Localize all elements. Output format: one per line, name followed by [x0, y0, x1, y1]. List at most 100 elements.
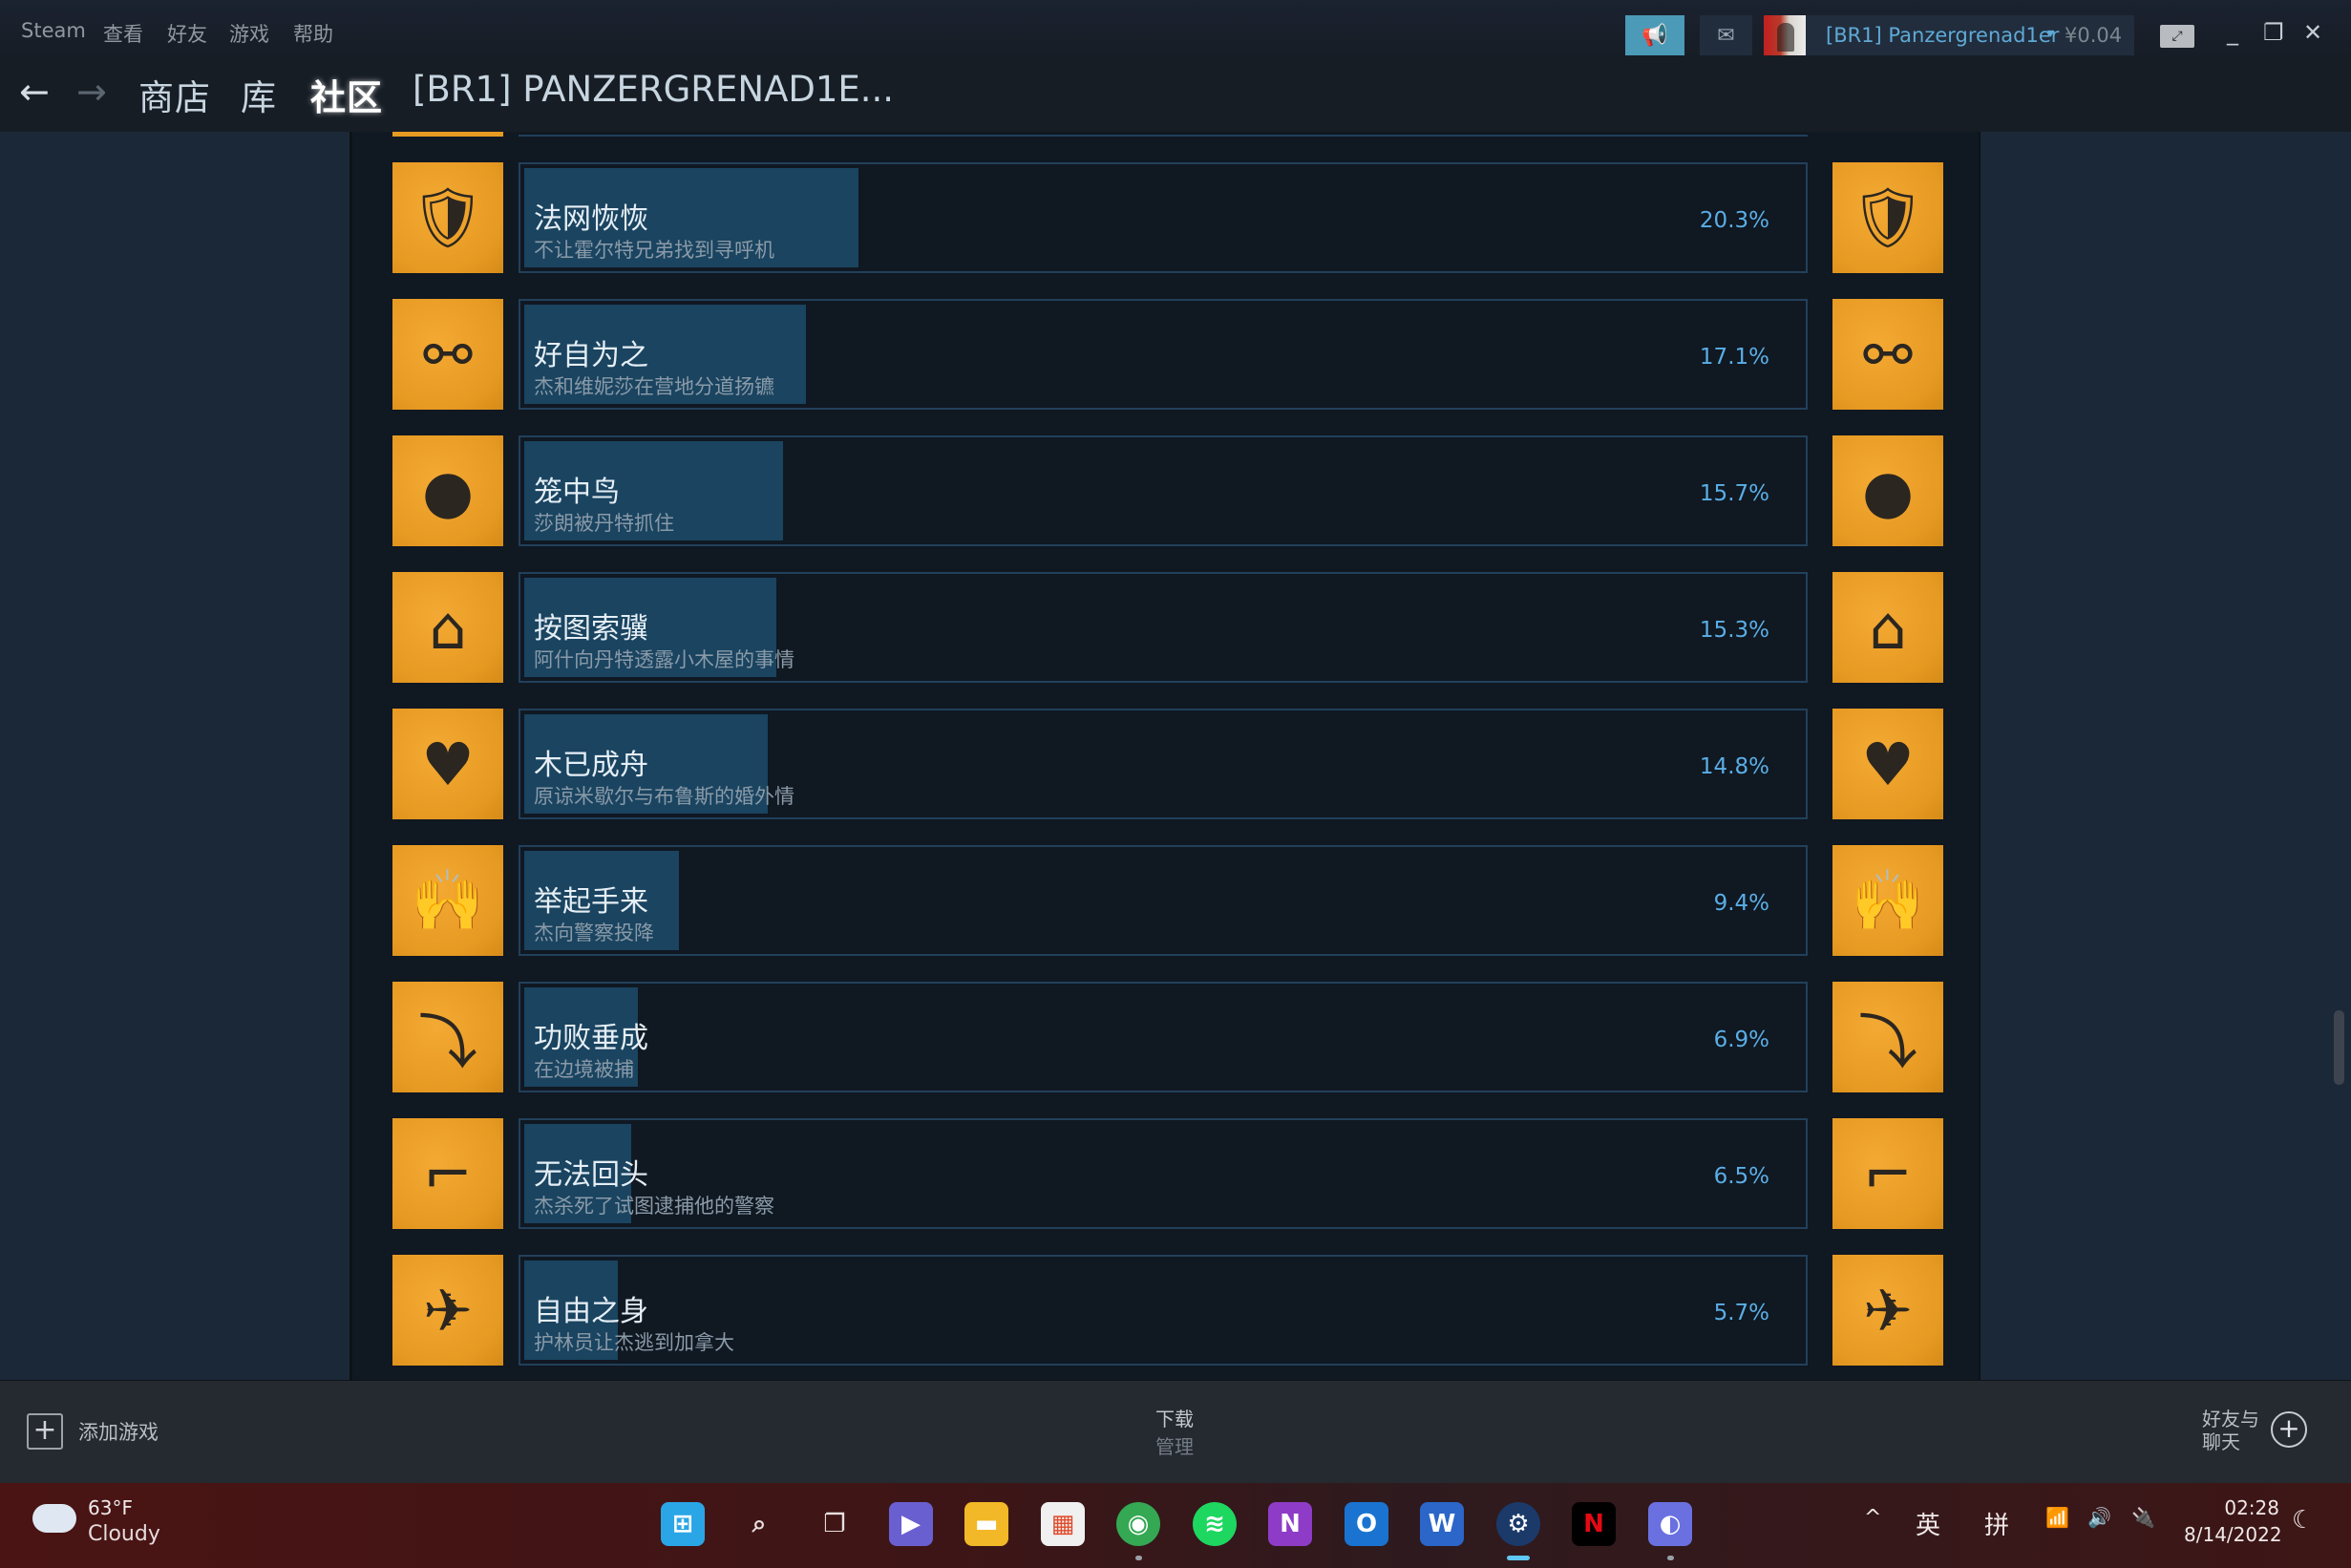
onenote-icon[interactable]: N	[1268, 1502, 1312, 1546]
cloud-icon[interactable]	[32, 1504, 76, 1533]
achievement-row[interactable]: 🛡 法网恢恢 不让霍尔特兄弟找到寻呼机 20.3% 🛡	[352, 162, 1979, 273]
achievement-description: 杰和维妮莎在营地分道扬镳	[534, 375, 774, 398]
achievement-percent: 6.5%	[1713, 1164, 1769, 1189]
announcements-button[interactable]: 📢	[1625, 15, 1684, 55]
steam-icon[interactable]: ⚙	[1496, 1502, 1540, 1546]
outlook-icon[interactable]: O	[1345, 1502, 1388, 1546]
achievement-percent: 9.4%	[1713, 891, 1769, 916]
achievement-title: 自由之身	[534, 1295, 648, 1328]
downloads-label: 下载	[1155, 1408, 1194, 1430]
achievement-description: 原谅米歇尔与布鲁斯的婚外情	[534, 785, 794, 808]
friends-label-line1: 好友与	[2202, 1408, 2259, 1430]
badge-handcuffs-icon-glyph: 🛡	[1850, 182, 1926, 252]
big-picture-button[interactable]: ⤢	[2160, 25, 2194, 48]
achievement-description: 杰向警察投降	[534, 922, 654, 944]
menu-help[interactable]: 帮助	[293, 19, 333, 48]
cabin-footprints-icon: ⌂	[392, 572, 503, 683]
achievement-row[interactable]: 🙌 举起手来 杰向警察投降 9.4% 🙌	[352, 845, 1979, 956]
achievement-description: 护林员让杰逃到加拿大	[534, 1331, 734, 1354]
split-people-icon-glyph: ⚯	[1863, 319, 1913, 390]
menu-steam[interactable]: Steam	[21, 19, 86, 42]
start-icon[interactable]: ⊞	[661, 1502, 705, 1546]
achievement-progress-box: 举起手来 杰向警察投降 9.4%	[519, 845, 1808, 956]
bandaged-heart-icon: ♥	[392, 709, 503, 819]
achievement-description: 在边境被捕	[534, 1058, 634, 1081]
avatar	[1764, 15, 1806, 55]
ball-and-chain-icon: ●	[1832, 435, 1943, 546]
expand-icon: ⤢	[2171, 29, 2183, 44]
menu-view[interactable]: 查看	[103, 19, 143, 48]
ime-language[interactable]: 英	[1916, 1506, 1940, 1541]
minimize-button[interactable]: _	[2227, 19, 2238, 46]
wifi-icon[interactable]: 📶	[2045, 1506, 2069, 1529]
menu-bar: Steam 查看 好友 游戏 帮助 📢 ✉ [BR1] Panzergrenad…	[0, 0, 2351, 59]
achievement-row[interactable]: ⌐ 无法回头 杰杀死了试图逮捕他的警察 6.5% ⌐	[352, 1118, 1979, 1229]
achievement-progress-box: 好自为之 杰和维妮莎在营地分道扬镳 17.1%	[519, 299, 1808, 410]
caret-down-icon: ▾	[2047, 26, 2055, 41]
cabin-footprints-icon: ⌂	[1832, 572, 1943, 683]
cabin-footprints-icon-glyph: ⌂	[429, 592, 467, 663]
nav-profile-title[interactable]: [BR1] PANZERGRENAD1E...	[413, 69, 894, 110]
chevron-up-icon[interactable]: ^	[1864, 1506, 1881, 1530]
app-icon[interactable]: ◐	[1648, 1502, 1692, 1546]
downloads-button[interactable]: 下载 管理	[1155, 1404, 1194, 1459]
achievement-row[interactable]: ✈ 自由之身护林员让杰逃到加拿大 5.7% ✈	[352, 1255, 1979, 1366]
chat-add-icon[interactable]: +	[2271, 1411, 2307, 1448]
hands-up-icon: 🙌	[392, 845, 503, 956]
downloads-manage-label: 管理	[1155, 1435, 1194, 1458]
task-view-icon[interactable]: ❐	[813, 1502, 857, 1546]
back-arrow-icon[interactable]: ←	[19, 73, 50, 111]
spotify-icon[interactable]: ≋	[1193, 1502, 1237, 1546]
notifications-button[interactable]: ✉	[1700, 15, 1752, 55]
right-gutter	[1979, 132, 2351, 1380]
birds-icon: ✈	[1832, 1255, 1943, 1366]
achievement-percent: 14.8%	[1699, 754, 1769, 779]
achievement-row[interactable]: ⤵ 功败垂成 在边境被捕 6.9% ⤵	[352, 982, 1979, 1092]
achievement-row[interactable]: ♥ 木已成舟 原谅米歇尔与布鲁斯的婚外情 14.8% ♥	[352, 709, 1979, 819]
add-game-button[interactable]: + 添加游戏	[27, 1413, 159, 1450]
achievements-list: 🛡 法网恢恢 不让霍尔特兄弟找到寻呼机 20.3% 🛡 ⚯ 好自为之 杰和维妮莎在营地分道扬镳…	[349, 132, 1979, 1380]
search-icon[interactable]: ⌕	[737, 1502, 781, 1546]
clock-time[interactable]: 02:28	[2184, 1496, 2279, 1519]
word-icon[interactable]: W	[1420, 1502, 1464, 1546]
menu-friends[interactable]: 好友	[167, 19, 207, 48]
close-button[interactable]: ✕	[2303, 19, 2322, 46]
netflix-icon[interactable]: N	[1572, 1502, 1616, 1546]
weather-condition[interactable]: Cloudy	[88, 1522, 160, 1546]
battery-icon[interactable]: 🔌	[2131, 1506, 2155, 1529]
clock-date[interactable]: 8/14/2022	[2184, 1523, 2282, 1546]
achievement-row[interactable]: ⌂ 按图索骥 阿什向丹特透露小木屋的事情 15.3% ⌂	[352, 572, 1979, 683]
ime-mode[interactable]: 拼	[1984, 1506, 2009, 1541]
file-explorer-icon[interactable]: ▬	[964, 1502, 1008, 1546]
bandaged-heart-icon-glyph: ♥	[1861, 729, 1915, 799]
achievement-title: 法网恢恢	[534, 202, 648, 236]
achievement-row[interactable]: ● 笼中鸟 莎朗被丹特抓住 15.7% ●	[352, 435, 1979, 546]
achievement-title: 笼中鸟	[534, 476, 620, 509]
running-app-indicator	[1667, 1556, 1674, 1560]
account-menu[interactable]: [BR1] Panzergrenad1er ▾ ¥0.04	[1764, 15, 2134, 55]
moon-icon[interactable]: ☾	[2292, 1506, 2314, 1535]
weather-temperature[interactable]: 63°F	[88, 1496, 133, 1519]
chrome-icon[interactable]: ◉	[1116, 1502, 1160, 1546]
achievement-row[interactable]: ⚯ 好自为之 杰和维妮莎在营地分道扬镳 17.1% ⚯	[352, 299, 1979, 410]
windows-taskbar: 63°F Cloudy ⊞ ⌕ ❐ ▶ ▬ ▦ ◉ ≋ N O W ⚙ N ◐ ^ 英 拼 📶 🔊 🔌 0…	[0, 1483, 2351, 1568]
smoking-gun-icon-glyph: ⌐	[423, 1138, 473, 1209]
hands-up-icon: 🙌	[1832, 845, 1943, 956]
microsoft-store-icon[interactable]: ▦	[1041, 1502, 1085, 1546]
ball-and-chain-icon-glyph: ●	[1861, 456, 1915, 526]
friends-chat-button[interactable]: 好友与 聊天	[2202, 1408, 2259, 1453]
birds-icon: ✈	[392, 1255, 503, 1366]
restore-button[interactable]: ❐	[2263, 19, 2284, 46]
scrollbar-thumb[interactable]	[2334, 1010, 2344, 1085]
menu-games[interactable]: 游戏	[229, 19, 269, 48]
achievement-percent: 5.7%	[1713, 1301, 1769, 1325]
nav-community[interactable]: 社区	[310, 69, 383, 120]
left-gutter	[0, 132, 349, 1380]
nav-library[interactable]: 库	[241, 69, 277, 120]
smoking-gun-icon: ⌐	[392, 1118, 503, 1229]
nav-store[interactable]: 商店	[138, 69, 211, 120]
fallen-person-icon: ⤵	[1832, 982, 1943, 1092]
forward-arrow-icon[interactable]: →	[76, 73, 107, 111]
teams-chat-icon[interactable]: ▶	[889, 1502, 933, 1546]
volume-icon[interactable]: 🔊	[2087, 1506, 2111, 1529]
